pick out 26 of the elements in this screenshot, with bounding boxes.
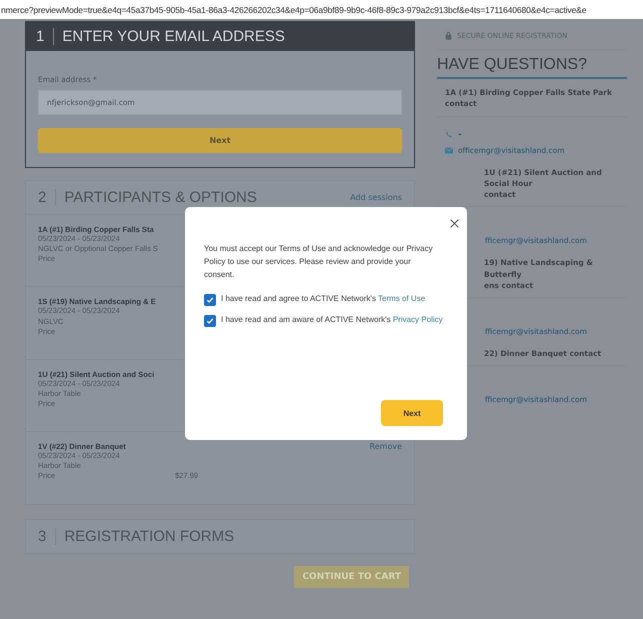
section-title: REGISTRATION FORMS — [64, 528, 234, 544]
remove-link[interactable]: Remove — [370, 442, 402, 452]
close-icon[interactable] — [450, 219, 459, 228]
step-number: 1 — [36, 28, 54, 45]
consent-label: I have read and agree to ACTIVE Network's Terms of Use — [221, 293, 426, 306]
checkbox[interactable] — [204, 315, 216, 328]
consent-label: I have read and am aware of ACTIVE Network's Privacy Policy — [221, 314, 443, 326]
next-button[interactable]: Next — [381, 400, 443, 426]
phone-icon — [445, 131, 453, 138]
checkbox[interactable] — [204, 294, 216, 306]
step-number: 3 — [38, 528, 56, 544]
envelope-icon — [445, 146, 453, 154]
next-button[interactable]: Next — [38, 128, 402, 153]
policy-link[interactable]: Terms of Use — [378, 294, 426, 304]
step-number: 2 — [38, 189, 56, 206]
section-title: PARTICIPANTS & OPTIONS — [64, 189, 257, 206]
consent-message: You must accept our Terms of Use and acknowledge our Privacy Policy to use our services. Please review and provide your consent. — [204, 243, 434, 281]
checkmark-icon — [206, 296, 214, 304]
url-text: nmerce?previewMode=true&e4q=45a37b45-905b-45a1-86a3-426266202c34&e4p=06a9bf89-9b9c-46f8-89c3-979a2c913bcf&e4ts=1711640680&e4c=active&e — [1, 4, 586, 14]
lock-icon — [445, 31, 452, 40]
section-title: ENTER YOUR EMAIL ADDRESS — [62, 28, 285, 45]
phone-number: - — [458, 130, 462, 140]
policy-link[interactable]: Privacy Policy — [392, 315, 443, 324]
questions-heading: HAVE QUESTIONS? — [437, 56, 627, 79]
checkmark-icon — [206, 317, 214, 326]
add-sessions-link[interactable]: Add sessions — [350, 193, 402, 202]
